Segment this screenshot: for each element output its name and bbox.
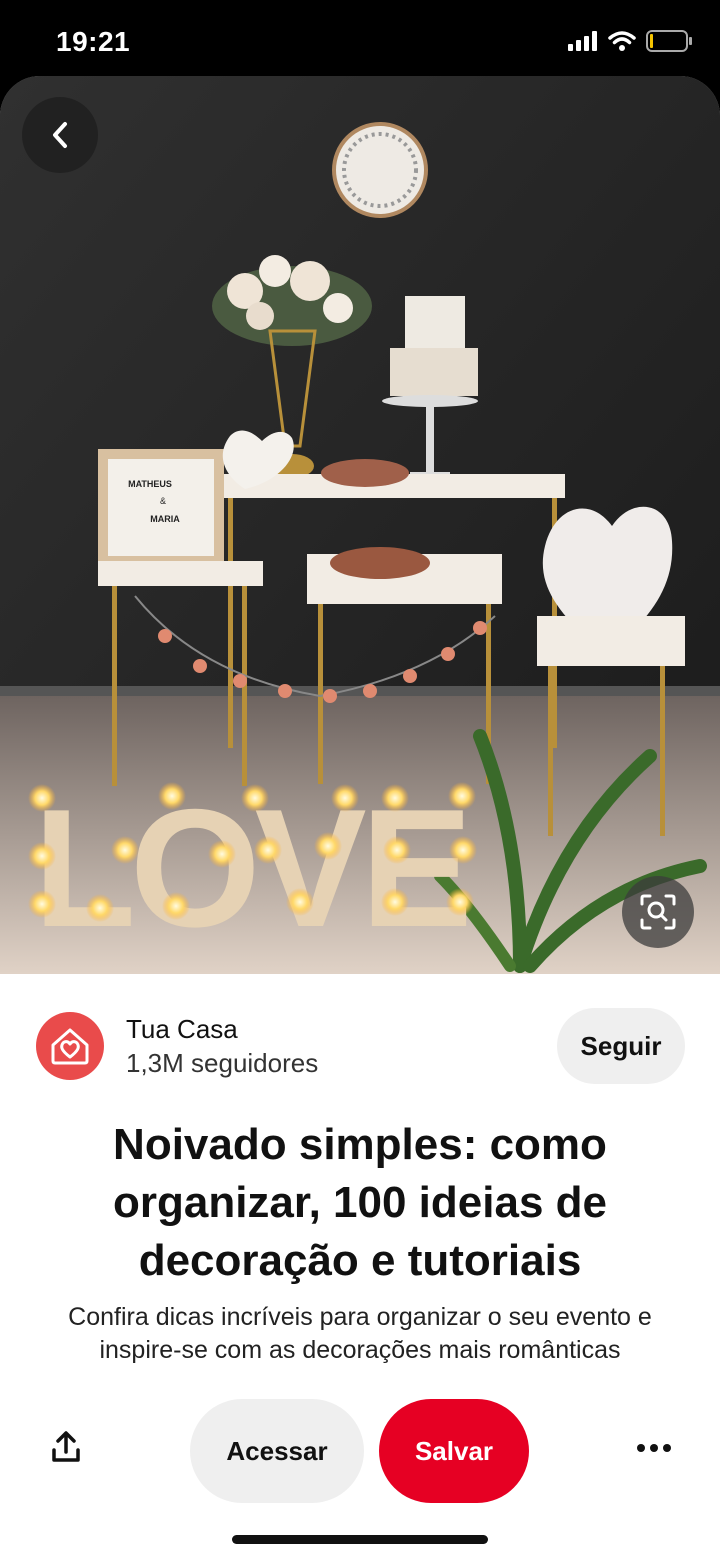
letterboard-line: MARIA	[150, 514, 180, 524]
more-dot	[650, 1444, 658, 1452]
visit-button[interactable]: Acessar	[190, 1399, 364, 1503]
visual-search-icon	[640, 894, 676, 930]
pin-description: Confira dicas incríveis para organizar o…	[68, 1303, 652, 1364]
letterboard-line: &	[160, 496, 166, 506]
visual-search-button[interactable]	[622, 876, 694, 948]
home-indicator	[232, 1535, 488, 1544]
share-icon	[52, 1431, 80, 1462]
more-dot	[663, 1444, 671, 1452]
chevron-left-icon	[53, 122, 67, 148]
letterboard-line: MATHEUS	[128, 479, 172, 489]
pin-image[interactable]: MATHEUS & MARIA LOVE	[0, 76, 720, 974]
house-heart-icon	[51, 1028, 89, 1065]
action-bar: Acessar Salvar	[0, 1381, 720, 1557]
status-icons	[568, 30, 692, 52]
share-button[interactable]	[36, 1417, 96, 1477]
status-bar: 19:21	[0, 0, 720, 80]
back-button[interactable]	[22, 97, 98, 173]
signal-icon	[568, 31, 597, 51]
avatar[interactable]	[36, 1012, 104, 1080]
more-dot	[637, 1444, 645, 1452]
decor-illustration: MATHEUS & MARIA LOVE	[0, 76, 720, 974]
creator-row: Tua Casa 1,3M seguidores Seguir	[0, 974, 720, 1124]
wifi-icon	[608, 31, 636, 51]
follow-button[interactable]: Seguir	[557, 1008, 685, 1084]
pin-title: Noivado simples: como organizar, 100 ide…	[112, 1120, 607, 1285]
follower-count: 1,3M seguidores	[126, 1048, 319, 1078]
pin-sheet: MATHEUS & MARIA LOVE Tua Casa 1,3M segui…	[0, 76, 720, 1557]
battery-icon	[646, 30, 692, 52]
status-time: 19:21	[56, 26, 131, 57]
save-button[interactable]: Salvar	[379, 1399, 529, 1503]
creator-name[interactable]: Tua Casa	[126, 1014, 238, 1045]
more-icon[interactable]	[624, 1423, 684, 1473]
